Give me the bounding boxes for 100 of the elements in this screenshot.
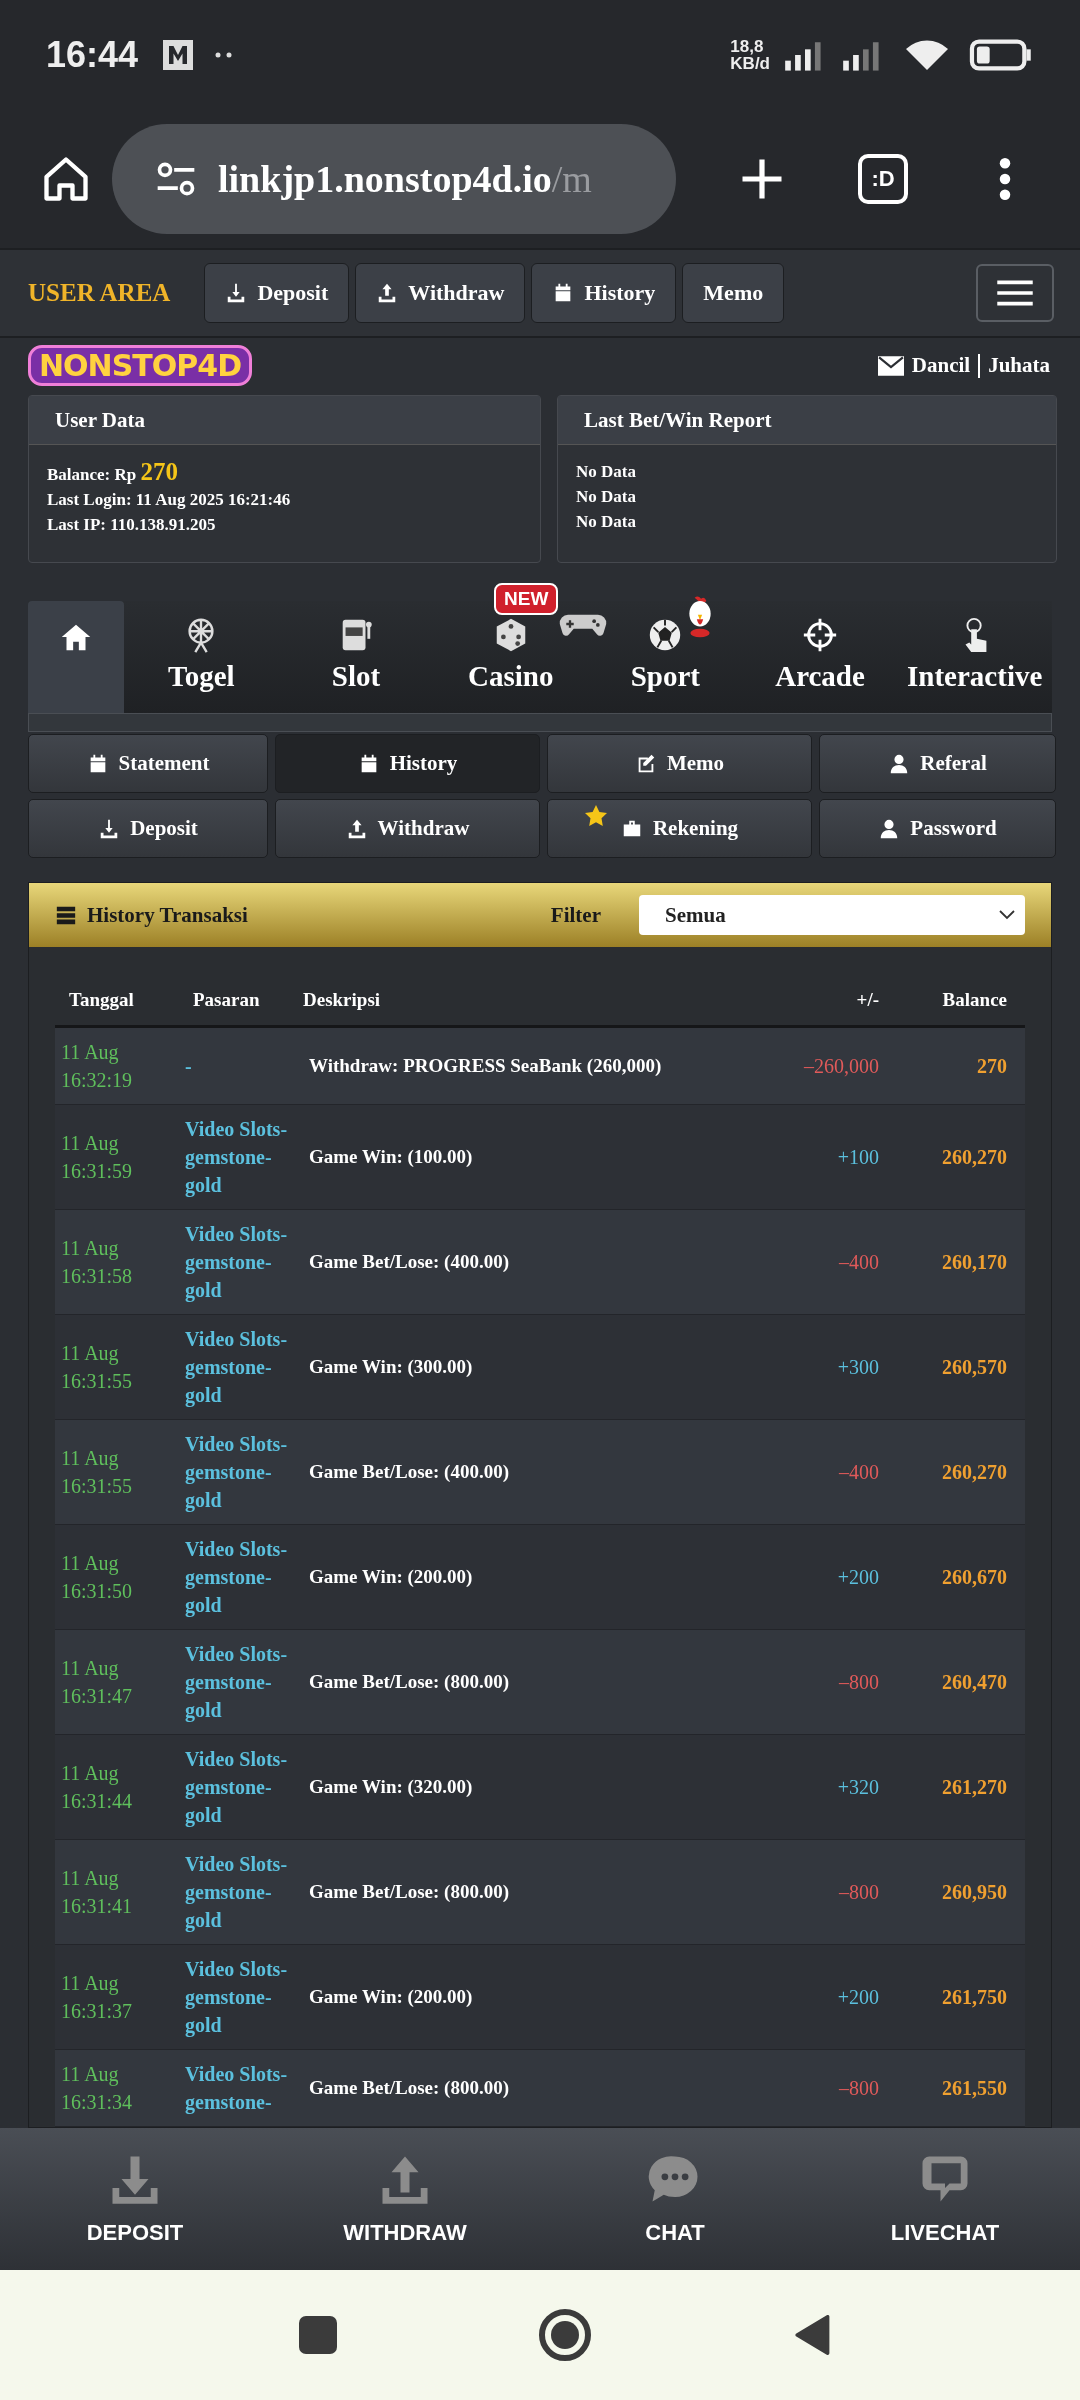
date-cell-text: 11 Aug 16:31:55 bbox=[60, 1446, 134, 1499]
date-cell-text: 11 Aug 16:31:58 bbox=[60, 1236, 134, 1289]
balance-label: Balance: Rp bbox=[47, 465, 137, 485]
bottom-nav-item[interactable]: LIVECHAT bbox=[810, 2128, 1080, 2270]
market-cell-text: Video Slots-gemstone-gold bbox=[184, 1117, 289, 1199]
info-text: Last Login: 11 Aug 2025 16:21:46 bbox=[47, 489, 292, 512]
user-area-button[interactable]: Deposit bbox=[204, 263, 350, 323]
balance-cell-text: 260,570 bbox=[941, 1355, 1007, 1380]
mail-icon bbox=[877, 355, 904, 376]
bottom-nav-item[interactable]: CHAT bbox=[540, 2128, 810, 2270]
game-tab[interactable] bbox=[28, 601, 124, 713]
description-cell-text: Game Bet/Lose: (400.00) bbox=[308, 1250, 510, 1274]
balance-cell-text: 260,270 bbox=[941, 1145, 1007, 1170]
tabs-button[interactable]: :D bbox=[858, 154, 908, 204]
user-area-button[interactable]: Withdraw bbox=[355, 263, 526, 323]
balance-cell-text: 260,170 bbox=[941, 1250, 1007, 1275]
card-title: Last Bet/Win Report bbox=[558, 396, 1056, 446]
menu-button[interactable] bbox=[976, 264, 1054, 322]
bottom-nav-item[interactable]: DEPOSIT bbox=[0, 2128, 270, 2270]
amount-cell-text: –800 bbox=[838, 1880, 879, 1905]
market-cell-text: Video Slots-gemstone-gold bbox=[184, 1852, 289, 1934]
balance-cell-text: 261,750 bbox=[941, 1985, 1007, 2010]
account-menu-button[interactable]: Referal bbox=[819, 734, 1056, 793]
history-title: History Transaksi bbox=[87, 902, 248, 928]
description-cell-text: Game Bet/Lose: (400.00) bbox=[308, 1460, 510, 1484]
menu-icon bbox=[996, 280, 1034, 306]
list-icon bbox=[55, 904, 77, 926]
date-cell-text: 11 Aug 16:31:59 bbox=[60, 1131, 134, 1184]
recents-icon[interactable] bbox=[298, 2315, 338, 2355]
amount-cell-text: –260,000 bbox=[803, 1054, 879, 1079]
filter-label: Filter bbox=[550, 902, 601, 928]
account-menu-button[interactable]: Deposit bbox=[28, 799, 268, 858]
description-cell-text: Withdraw: PROGRESS SeaBank (260,000) bbox=[308, 1054, 663, 1078]
game-tab[interactable]: Sport bbox=[588, 601, 743, 713]
caret-icon bbox=[999, 910, 1015, 920]
amount-cell-text: –400 bbox=[838, 1460, 879, 1485]
filter-dropdown[interactable]: Semua bbox=[639, 895, 1025, 935]
game-tab[interactable]: Togel bbox=[124, 601, 279, 713]
info-text: No Data bbox=[576, 486, 637, 509]
user-area-button[interactable]: Memo bbox=[682, 263, 785, 323]
market-cell-text: Video Slots-gemstone-gold bbox=[184, 1222, 289, 1304]
bottom-nav-item[interactable]: WITHDRAW bbox=[270, 2128, 540, 2270]
amount-cell-text: –400 bbox=[838, 1250, 879, 1275]
account-menu-button[interactable]: Withdraw bbox=[275, 799, 540, 858]
account-menu-button[interactable]: Rekening bbox=[547, 799, 812, 858]
description-cell-text: Game Win: (100.00) bbox=[308, 1145, 474, 1169]
amount-cell-text: –800 bbox=[838, 2076, 879, 2101]
new-badge: NEW bbox=[494, 583, 559, 616]
column-header: Pasaran bbox=[192, 989, 261, 1011]
date-cell-text: 11 Aug 16:31:34 bbox=[60, 2062, 134, 2115]
market-cell-text: Video Slots-gemstone-gold bbox=[184, 1327, 289, 1409]
balance-cell-text: 260,270 bbox=[941, 1460, 1007, 1485]
user-area-button[interactable]: History bbox=[531, 263, 677, 323]
date-cell-text: 11 Aug 16:31:50 bbox=[60, 1551, 134, 1604]
user-area-title: USER AREA bbox=[28, 279, 171, 307]
balance-cell-text: 261,270 bbox=[941, 1775, 1007, 1800]
url-text: linkjp1.nonstop4d.io/m bbox=[218, 157, 592, 201]
description-cell-text: Game Win: (300.00) bbox=[308, 1355, 474, 1379]
description-cell-text: Game Win: (320.00) bbox=[308, 1775, 474, 1799]
date-cell-text: 11 Aug 16:31:37 bbox=[60, 1971, 134, 2024]
description-cell-text: Game Win: (200.00) bbox=[308, 1565, 474, 1589]
market-cell-text: Video Slots-gemstone-gold bbox=[184, 1432, 289, 1514]
date-cell-text: 11 Aug 16:31:55 bbox=[60, 1341, 134, 1394]
user-link[interactable]: Juhata bbox=[988, 353, 1050, 379]
status-time: 16:44 bbox=[46, 34, 139, 76]
market-cell-text: Video Slots-gemstone-gold bbox=[184, 1642, 289, 1724]
account-menu-button[interactable]: Password bbox=[819, 799, 1056, 858]
wifi-icon bbox=[904, 37, 950, 73]
site-logo[interactable]: NONSTOP4D bbox=[28, 345, 253, 387]
amount-cell-text: +320 bbox=[836, 1775, 879, 1800]
address-bar[interactable]: linkjp1.nonstop4d.io/m bbox=[112, 124, 676, 234]
home-icon[interactable] bbox=[538, 2308, 592, 2362]
account-menu-button[interactable]: Statement bbox=[28, 734, 268, 793]
account-menu-button[interactable]: History bbox=[275, 734, 540, 793]
market-cell-text: Video Slots-gemstone-gold bbox=[184, 1957, 289, 2039]
balance-cell-text: 260,470 bbox=[941, 1670, 1007, 1695]
account-menu-button[interactable]: Memo bbox=[547, 734, 812, 793]
amount-cell-text: –800 bbox=[838, 1670, 879, 1695]
user-link[interactable]: Dancil bbox=[911, 353, 971, 379]
battery-icon bbox=[968, 38, 1034, 72]
market-cell-text: - bbox=[184, 1054, 193, 1079]
amount-cell-text: +200 bbox=[836, 1565, 879, 1590]
info-text: Last IP: 110.138.91.205 bbox=[47, 514, 217, 537]
date-cell-text: 11 Aug 16:32:19 bbox=[60, 1040, 134, 1093]
balance-value: 270 bbox=[140, 458, 178, 486]
market-cell-text: Video Slots-gemstone-gold bbox=[184, 1747, 289, 1829]
game-tab[interactable]: Slot bbox=[278, 601, 434, 713]
menu-icon[interactable] bbox=[998, 155, 1012, 203]
back-icon[interactable] bbox=[792, 2315, 832, 2355]
description-cell-text: Game Bet/Lose: (800.00) bbox=[308, 1880, 510, 1904]
info-text: No Data bbox=[576, 461, 637, 484]
market-cell-text: Video Slots-gemstone- bbox=[184, 2062, 289, 2116]
amount-cell-text: +300 bbox=[836, 1355, 879, 1380]
balance-cell-text: 260,950 bbox=[941, 1880, 1007, 1905]
column-header: Deskripsi bbox=[303, 989, 382, 1011]
balance-cell-text: 261,550 bbox=[941, 2076, 1007, 2101]
game-tab[interactable]: Arcade bbox=[742, 601, 898, 713]
network-speed: 18,8 KB/d bbox=[730, 38, 770, 72]
balance-cell-text: 260,670 bbox=[941, 1565, 1007, 1590]
game-tab[interactable]: Interactive bbox=[897, 601, 1053, 713]
